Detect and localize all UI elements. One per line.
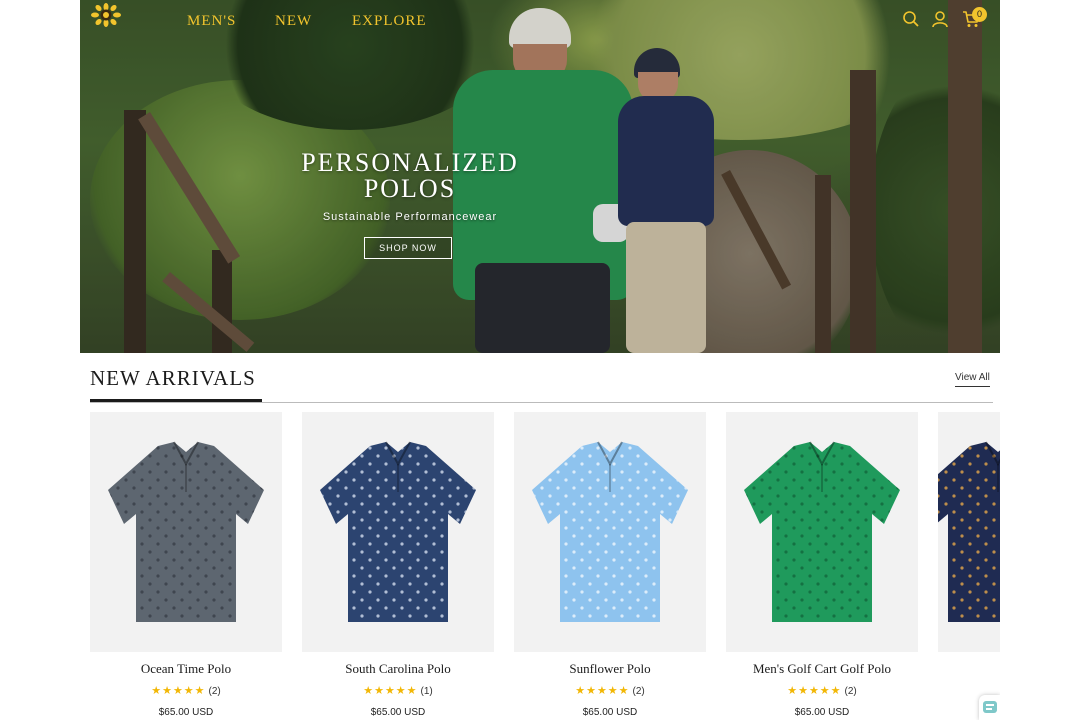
- product-image[interactable]: [90, 412, 282, 652]
- polo-shirt-image: [108, 441, 264, 622]
- nav-link-explore[interactable]: EXPLORE: [352, 13, 427, 30]
- rating-stars: ★★★★★ (1): [363, 685, 433, 697]
- page: MEN'S NEW EXPLORE 0 PERSONALIZED POLOS S…: [80, 0, 1000, 720]
- product-name[interactable]: South Carolina Polo: [302, 661, 494, 677]
- search-icon[interactable]: [902, 10, 920, 33]
- review-count: (2): [632, 686, 645, 697]
- product-name[interactable]: Arizona: [938, 661, 1000, 677]
- product-price: $65.00 USD: [370, 707, 426, 718]
- section-title: NEW ARRIVALS: [90, 366, 256, 390]
- shop-now-button[interactable]: SHOP NOW: [364, 237, 452, 259]
- product-name[interactable]: Men's Golf Cart Golf Polo: [726, 661, 918, 677]
- product-price: $65.00 USD: [158, 707, 214, 718]
- sunflower-logo-icon[interactable]: [90, 3, 122, 27]
- product-card[interactable]: Ocean Time Polo ★★★★★ (2) $65.00 USD: [90, 412, 282, 720]
- review-count: (2): [208, 686, 221, 697]
- hero-title-line2: POLOS: [363, 174, 457, 203]
- hero-banner[interactable]: MEN'S NEW EXPLORE 0 PERSONALIZED POLOS S…: [80, 0, 1000, 353]
- cart-count-badge: 0: [972, 7, 987, 22]
- review-count: (2): [844, 686, 857, 697]
- product-card[interactable]: Arizona: [938, 412, 1000, 720]
- product-card[interactable]: Men's Golf Cart Golf Polo ★★★★★ (2) $65.00 …: [726, 412, 918, 720]
- rating-stars: ★★★★★ (2): [787, 685, 857, 697]
- product-card[interactable]: Sunflower Polo ★★★★★ (2) $65.00 USD: [514, 412, 706, 720]
- product-image[interactable]: [514, 412, 706, 652]
- product-image[interactable]: [938, 412, 1000, 652]
- hero-title-line1: PERSONALIZED: [301, 148, 519, 177]
- user-icon[interactable]: [931, 10, 949, 33]
- product-price: $65.00 USD: [794, 707, 850, 718]
- product-card[interactable]: South Carolina Polo ★★★★★ (1) $65.00 USD: [302, 412, 494, 720]
- chat-widget-button[interactable]: [979, 695, 1000, 720]
- product-name[interactable]: Sunflower Polo: [514, 661, 706, 677]
- rating-stars: ★★★★★ (2): [575, 685, 645, 697]
- section-divider: [90, 402, 993, 403]
- polo-shirt-image: [744, 441, 900, 622]
- hero-subtitle: Sustainable Performancewear: [322, 211, 498, 223]
- chat-icon: [983, 701, 997, 713]
- product-image[interactable]: [302, 412, 494, 652]
- product-image[interactable]: [726, 412, 918, 652]
- rating-stars: ★★★★★ (2): [151, 685, 221, 697]
- product-price: $65.00 USD: [582, 707, 638, 718]
- nav-link-mens[interactable]: MEN'S: [187, 13, 236, 30]
- product-name[interactable]: Ocean Time Polo: [90, 661, 282, 677]
- hero-title: PERSONALIZED POLOS: [270, 150, 550, 202]
- polo-shirt-image: [938, 441, 1000, 622]
- nav-link-new[interactable]: NEW: [275, 13, 312, 30]
- polo-shirt-image: [532, 441, 688, 622]
- polo-shirt-image: [320, 441, 476, 622]
- view-all-link[interactable]: View All: [955, 372, 990, 387]
- review-count: (1): [420, 686, 433, 697]
